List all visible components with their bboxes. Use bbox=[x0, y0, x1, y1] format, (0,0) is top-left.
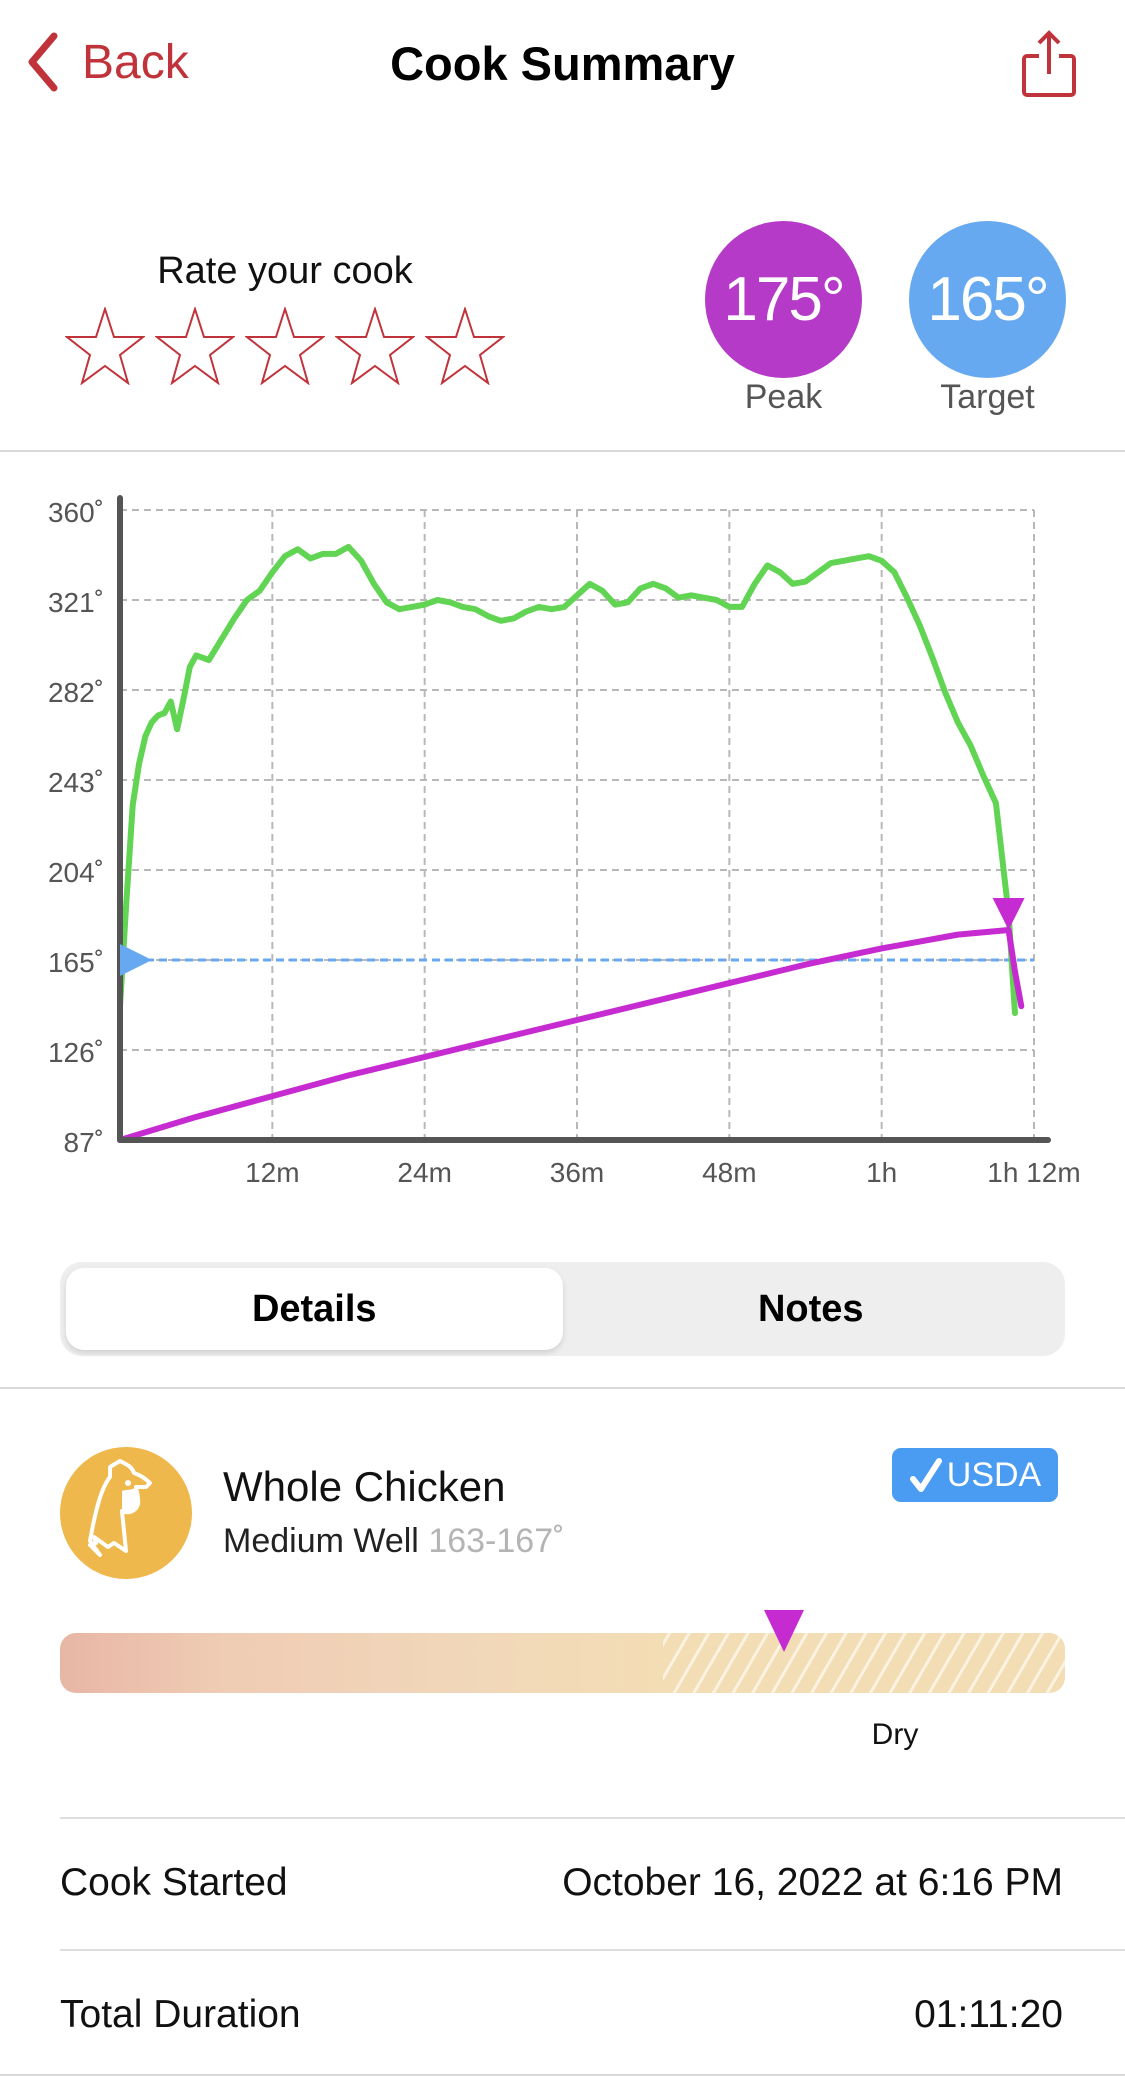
y-tick-label: 87˚ bbox=[64, 1127, 104, 1158]
tab-segmented-control: Details Notes bbox=[60, 1262, 1065, 1356]
x-tick-label: 1h 12m bbox=[987, 1157, 1080, 1188]
star-icon-1[interactable] bbox=[65, 307, 145, 385]
usda-label: USDA bbox=[946, 1455, 1042, 1494]
total-duration-label: Total Duration bbox=[60, 1993, 301, 2036]
rating-section: Rate your cook bbox=[60, 250, 510, 385]
doneness-bar-hatch bbox=[663, 1633, 1065, 1693]
star-icon-3[interactable] bbox=[245, 307, 325, 385]
target-temp-badge: 165° bbox=[909, 221, 1066, 378]
peak-marker bbox=[992, 898, 1025, 930]
section-divider bbox=[0, 1387, 1125, 1389]
star-rating[interactable] bbox=[60, 307, 510, 385]
peak-label: Peak bbox=[744, 378, 823, 416]
page-title: Cook Summary bbox=[390, 37, 735, 90]
share-button[interactable] bbox=[1021, 30, 1077, 103]
chicken-icon bbox=[60, 1447, 192, 1579]
y-tick-label: 165˚ bbox=[48, 947, 104, 978]
cook-started-value: October 16, 2022 at 6:16 PM bbox=[562, 1861, 1063, 1904]
y-tick-label: 321˚ bbox=[48, 587, 104, 618]
tab-details[interactable]: Details bbox=[66, 1268, 563, 1350]
row-divider bbox=[60, 1949, 1125, 1951]
row-divider bbox=[60, 1817, 1125, 1819]
y-tick-label: 204˚ bbox=[48, 857, 104, 888]
doneness-line: Medium Well 163-167˚ bbox=[223, 1522, 564, 1561]
tab-notes[interactable]: Notes bbox=[563, 1268, 1060, 1350]
food-name: Whole Chicken bbox=[223, 1463, 506, 1510]
y-tick-label: 360˚ bbox=[48, 497, 104, 528]
star-icon-2[interactable] bbox=[155, 307, 235, 385]
y-tick-label: 126˚ bbox=[48, 1037, 104, 1068]
x-tick-label: 12m bbox=[245, 1157, 299, 1188]
target-label: Target bbox=[940, 378, 1035, 416]
y-tick-label: 282˚ bbox=[48, 677, 104, 708]
x-tick-label: 1h bbox=[866, 1157, 897, 1188]
checkmark-icon bbox=[909, 1458, 942, 1492]
rating-label: Rate your cook bbox=[157, 250, 413, 292]
nav-bar: Back Cook Summary bbox=[0, 0, 1125, 130]
temperature-chart: 87˚ 126˚ 165˚ 204˚ 243˚ 282˚ 321˚ 360˚ 12m 24m 36m… bbox=[48, 495, 1081, 1188]
section-divider bbox=[0, 450, 1125, 452]
total-duration-value: 01:11:20 bbox=[914, 1993, 1063, 2036]
doneness-label: Medium Well bbox=[223, 1522, 419, 1560]
share-icon bbox=[1022, 30, 1076, 97]
cook-started-label: Cook Started bbox=[60, 1861, 288, 1904]
doneness-marker bbox=[763, 1610, 804, 1652]
usda-badge: USDA bbox=[892, 1448, 1058, 1502]
doneness-bar bbox=[60, 1633, 1065, 1693]
star-icon-5[interactable] bbox=[425, 307, 505, 385]
y-tick-label: 243˚ bbox=[48, 767, 104, 798]
x-tick-label: 48m bbox=[702, 1157, 756, 1188]
star-icon-4[interactable] bbox=[335, 307, 415, 385]
target-marker bbox=[120, 944, 152, 976]
peak-temp-badge: 175° bbox=[705, 221, 862, 378]
x-tick-label: 36m bbox=[550, 1157, 604, 1188]
doneness-range: 163-167˚ bbox=[428, 1522, 565, 1560]
dry-label: Dry bbox=[871, 1718, 919, 1751]
x-tick-label: 24m bbox=[397, 1157, 451, 1188]
